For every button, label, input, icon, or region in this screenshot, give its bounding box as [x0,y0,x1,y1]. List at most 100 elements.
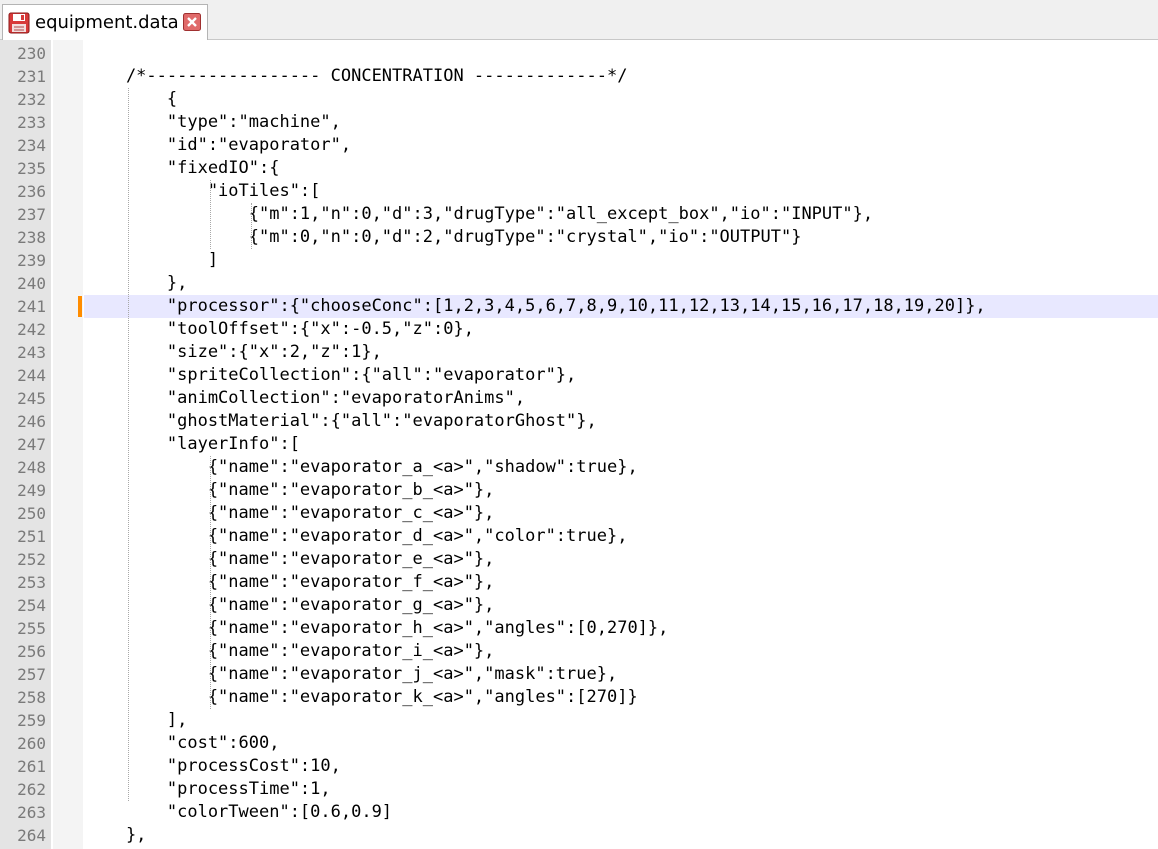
file-tab[interactable]: equipment.data [2,4,208,40]
code-text: "cost":600, [85,733,280,753]
code-line[interactable]: 264 }, [0,824,1158,847]
line-number: 262 [17,780,46,799]
code-text: "colorTween":[0.6,0.9] [85,802,393,822]
code-text: {"name":"evaporator_k_<a>","angles":[270… [85,687,638,707]
close-icon[interactable] [183,13,201,31]
code-text: {"name":"evaporator_c_<a>"}, [85,503,495,523]
line-number: 253 [17,573,46,592]
code-text: }, [85,825,147,845]
line-number: 231 [17,67,46,86]
code-text: ] [85,250,219,270]
line-number: 230 [17,44,46,63]
code-text: {"name":"evaporator_g_<a>"}, [85,595,495,615]
line-number: 255 [17,619,46,638]
line-number: 248 [17,458,46,477]
code-line[interactable]: 253 {"name":"evaporator_f_<a>"}, [0,571,1158,594]
code-line[interactable]: 257 {"name":"evaporator_j_<a>","mask":tr… [0,663,1158,686]
code-line[interactable]: 239 ] [0,249,1158,272]
code-line[interactable]: 235 "fixedIO":{ [0,157,1158,180]
tab-file-name: equipment.data [35,12,179,33]
code-line[interactable]: 230 [0,42,1158,65]
line-number: 243 [17,343,46,362]
code-line[interactable]: 243 "size":{"x":2,"z":1}, [0,341,1158,364]
code-line[interactable]: 244 "spriteCollection":{"all":"evaporato… [0,364,1158,387]
code-line[interactable]: 258 {"name":"evaporator_k_<a>","angles":… [0,686,1158,709]
code-text: {"name":"evaporator_a_<a>","shadow":true… [85,457,638,477]
code-text: "layerInfo":[ [85,434,300,454]
code-text: {"name":"evaporator_j_<a>","mask":true}, [85,664,618,684]
line-number: 247 [17,435,46,454]
code-line[interactable]: 246 "ghostMaterial":{"all":"evaporatorGh… [0,410,1158,433]
code-line[interactable]: 233 "type":"machine", [0,111,1158,134]
code-line[interactable]: 263 "colorTween":[0.6,0.9] [0,801,1158,824]
line-number: 249 [17,481,46,500]
code-line[interactable]: 231 /*----------------- CONCENTRATION --… [0,65,1158,88]
code-text: "ghostMaterial":{"all":"evaporatorGhost"… [85,411,597,431]
code-text: {"name":"evaporator_i_<a>"}, [85,641,495,661]
code-lines: 230 231 /*----------------- CONCENTRATION… [0,42,1158,847]
code-text: "fixedIO":{ [85,158,280,178]
line-number: 237 [17,205,46,224]
code-line[interactable]: 255 {"name":"evaporator_h_<a>","angles":… [0,617,1158,640]
code-line[interactable]: 240 }, [0,272,1158,295]
code-line[interactable]: 256 {"name":"evaporator_i_<a>"}, [0,640,1158,663]
code-line[interactable]: 247 "layerInfo":[ [0,433,1158,456]
line-number: 240 [17,274,46,293]
floppy-disk-icon [8,12,30,34]
code-text: "processTime":1, [85,779,331,799]
line-number: 234 [17,136,46,155]
indent-guide [209,180,211,249]
code-text: "size":{"x":2,"z":1}, [85,342,382,362]
code-line[interactable]: 250 {"name":"evaporator_c_<a>"}, [0,502,1158,525]
code-line[interactable]: 237 {"m":1,"n":0,"d":3,"drugType":"all_e… [0,203,1158,226]
code-text: ], [85,710,188,730]
line-number: 241 [17,297,46,316]
code-line[interactable]: 262 "processTime":1, [0,778,1158,801]
line-number: 232 [17,90,46,109]
line-number: 252 [17,550,46,569]
line-number: 242 [17,320,46,339]
code-line[interactable]: 254 {"name":"evaporator_g_<a>"}, [0,594,1158,617]
tab-bar: equipment.data [0,0,1158,40]
code-text: {"name":"evaporator_d_<a>","color":true}… [85,526,628,546]
code-line[interactable]: 261 "processCost":10, [0,755,1158,778]
code-line[interactable]: 234 "id":"evaporator", [0,134,1158,157]
code-line[interactable]: 245 "animCollection":"evaporatorAnims", [0,387,1158,410]
line-number: 235 [17,159,46,178]
line-number: 245 [17,389,46,408]
line-number: 246 [17,412,46,431]
change-marker [78,296,82,317]
code-line[interactable]: 260 "cost":600, [0,732,1158,755]
code-line[interactable]: 249 {"name":"evaporator_b_<a>"}, [0,479,1158,502]
code-text: "processor":{"chooseConc":[1,2,3,4,5,6,7… [85,296,986,316]
indent-guide [127,88,129,801]
line-number: 260 [17,734,46,753]
indent-guide [209,456,211,709]
code-line[interactable]: 236 "ioTiles":[ [0,180,1158,203]
line-number: 238 [17,228,46,247]
line-number: 244 [17,366,46,385]
code-line[interactable]: 232 { [0,88,1158,111]
code-line[interactable]: 248 {"name":"evaporator_a_<a>","shadow":… [0,456,1158,479]
indent-guide [250,203,252,249]
code-text: "animCollection":"evaporatorAnims", [85,388,526,408]
line-number: 250 [17,504,46,523]
code-text: "ioTiles":[ [85,181,321,201]
line-number: 233 [17,113,46,132]
code-line[interactable]: 238 {"m":0,"n":0,"d":2,"drugType":"cryst… [0,226,1158,249]
code-editor[interactable]: 230 231 /*----------------- CONCENTRATION… [0,40,1158,849]
code-line[interactable]: 251 {"name":"evaporator_d_<a>","color":t… [0,525,1158,548]
line-number: 263 [17,803,46,822]
code-text: {"m":1,"n":0,"d":3,"drugType":"all_excep… [85,204,874,224]
line-number: 257 [17,665,46,684]
code-text: "spriteCollection":{"all":"evaporator"}, [85,365,577,385]
code-line[interactable]: 252 {"name":"evaporator_e_<a>"}, [0,548,1158,571]
code-text: "type":"machine", [85,112,341,132]
code-line[interactable]: 242 "toolOffset":{"x":-0.5,"z":0}, [0,318,1158,341]
code-line[interactable]: 259 ], [0,709,1158,732]
code-text: "processCost":10, [85,756,341,776]
code-text: {"name":"evaporator_b_<a>"}, [85,480,495,500]
code-line[interactable]: 241 "processor":{"chooseConc":[1,2,3,4,5… [0,295,1158,318]
line-number: 261 [17,757,46,776]
line-number: 239 [17,251,46,270]
